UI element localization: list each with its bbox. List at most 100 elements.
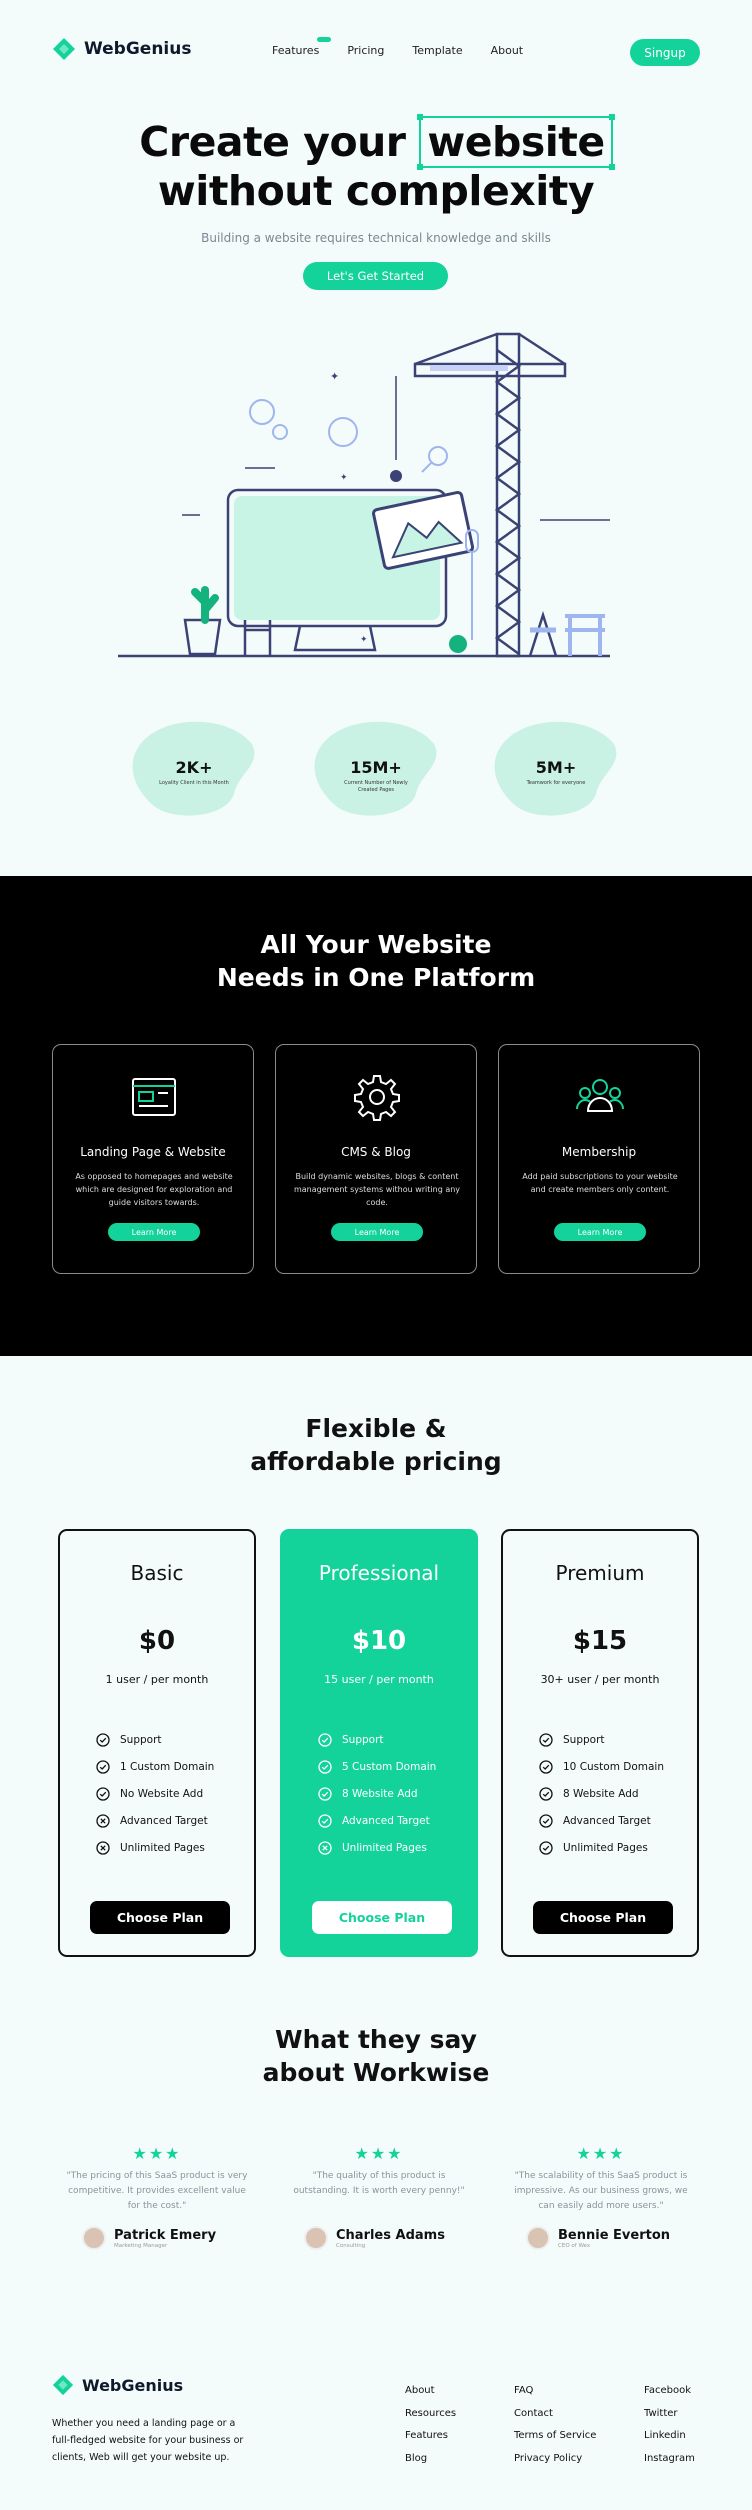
features-title: All Your Website Needs in One Platform — [216, 930, 536, 992]
testimonial-role: Marketing Manager — [114, 2242, 168, 2249]
plan-basic: Basic $0 1 user / per month Support 1 Cus… — [58, 1529, 256, 1957]
plan-feature-text: 5 Custom Domain — [342, 1760, 437, 1773]
logo[interactable]: WebGenius — [52, 37, 191, 61]
check-circle-icon — [318, 1759, 332, 1774]
feature-card-landing: Landing Page & Website As opposed to hom… — [52, 1044, 254, 1274]
feature-title: Landing Page & Website — [80, 1145, 226, 1159]
footer-link[interactable]: Linkedin — [644, 2425, 695, 2448]
feature-title: CMS & Blog — [341, 1145, 411, 1159]
plan-feature-item: Unlimited Pages — [96, 1834, 214, 1861]
footer-link[interactable]: Resources — [405, 2403, 456, 2426]
footer-link[interactable]: Terms of Service — [514, 2425, 596, 2448]
check-circle-icon — [539, 1813, 553, 1828]
plan-feature-text: Support — [342, 1733, 384, 1746]
footer-link[interactable]: About — [405, 2380, 456, 2403]
check-circle-icon — [96, 1786, 110, 1801]
stat-clients: 2K+ Loyality Client in this Month — [130, 720, 258, 820]
rating-stars-icon: ★★★ — [576, 2144, 626, 2163]
testimonial-name: Charles Adams — [336, 2227, 445, 2243]
testimonial-name: Patrick Emery — [114, 2227, 217, 2243]
plan-feature-text: Advanced Target — [563, 1814, 651, 1827]
plan-feature-text: 8 Website Add — [563, 1787, 639, 1800]
layout-icon — [132, 1078, 176, 1116]
feature-desc: Build dynamic websites, blogs & content … — [293, 1172, 461, 1207]
nav-pricing[interactable]: Pricing — [347, 44, 384, 57]
plan-price: $10 — [351, 1626, 407, 1656]
plan-feature-item: 1 Custom Domain — [96, 1753, 214, 1780]
plan-feature-item: Support — [96, 1726, 214, 1753]
plan-feature-item: Support — [318, 1726, 436, 1753]
footer-link[interactable]: Twitter — [644, 2403, 695, 2426]
x-circle-icon — [96, 1840, 110, 1855]
choose-plan-button[interactable]: Choose Plan — [90, 1901, 230, 1934]
footer-link[interactable]: Features — [405, 2425, 456, 2448]
get-started-button[interactable]: Let's Get Started — [303, 262, 448, 290]
feature-desc: Add paid subscriptions to your website a… — [522, 1172, 678, 1194]
stat-clients-value: 2K+ — [175, 758, 213, 777]
svg-text:✦: ✦ — [360, 635, 368, 645]
plan-feature-item: Advanced Target — [539, 1807, 664, 1834]
footer-link[interactable]: Facebook — [644, 2380, 695, 2403]
footer-col-social: Facebook Twitter Linkedin Instagram — [644, 2380, 695, 2470]
plan-unit: 15 user / per month — [324, 1673, 434, 1686]
testimonial-card: ★★★ "The pricing of this SaaS product is… — [62, 2144, 252, 2250]
hero-title-highlight: website — [417, 114, 615, 170]
check-circle-icon — [318, 1813, 332, 1828]
plan-feature-text: No Website Add — [120, 1787, 204, 1800]
choose-plan-button[interactable]: Choose Plan — [312, 1901, 452, 1934]
testimonial-role: Consulting — [336, 2242, 366, 2249]
plan-name: Premium — [555, 1561, 645, 1585]
plan-feature-item: 10 Custom Domain — [539, 1753, 664, 1780]
choose-plan-button[interactable]: Choose Plan — [533, 1901, 673, 1934]
plan-feature-item: No Website Add — [96, 1780, 214, 1807]
hero-title: Create your website without complexity — [0, 114, 752, 216]
svg-text:✦: ✦ — [330, 370, 339, 383]
learn-more-button[interactable]: Learn More — [331, 1223, 423, 1241]
stat-clients-label: Loyality Client in this Month — [159, 780, 229, 786]
plan-price: $0 — [138, 1626, 176, 1656]
plan-feature-item: Unlimited Pages — [539, 1834, 664, 1861]
gear-icon — [354, 1075, 400, 1121]
testimonial-card: ★★★ "The quality of this product is outs… — [284, 2144, 474, 2250]
nav-about[interactable]: About — [491, 44, 524, 57]
plan-name: Basic — [130, 1561, 184, 1585]
plan-feature-item: 8 Website Add — [318, 1780, 436, 1807]
testimonial-quote: "The pricing of this SaaS product is ver… — [66, 2171, 248, 2211]
plan-unit: 30+ user / per month — [540, 1673, 660, 1686]
footer-logo[interactable]: WebGenius — [52, 2374, 183, 2396]
footer-col-support: FAQ Contact Terms of Service Privacy Pol… — [514, 2380, 596, 2470]
testimonial-card: ★★★ "The scalability of this SaaS produc… — [506, 2144, 696, 2250]
brand-name: WebGenius — [84, 39, 192, 59]
check-circle-icon — [96, 1732, 110, 1747]
testimonial-name: Bennie Everton — [558, 2227, 671, 2243]
learn-more-button[interactable]: Learn More — [108, 1223, 200, 1241]
footer-link[interactable]: Instagram — [644, 2448, 695, 2471]
footer-link[interactable]: Privacy Policy — [514, 2448, 596, 2471]
plan-professional: Professional $10 15 user / per month Sup… — [280, 1529, 478, 1957]
plan-features: Support 1 Custom Domain No Website Add Adva… — [96, 1726, 214, 1861]
x-circle-icon — [318, 1840, 332, 1855]
footer-link[interactable]: Contact — [514, 2403, 596, 2426]
plan-feature-item: Unlimited Pages — [318, 1834, 436, 1861]
hero-subtitle: Building a website requires technical kn… — [201, 231, 551, 245]
brand-name: WebGenius — [82, 2375, 184, 2395]
footer-link[interactable]: Blog — [405, 2448, 456, 2471]
feature-card-membership: Membership Add paid subscriptions to you… — [498, 1044, 700, 1274]
nav-features[interactable]: Features — [272, 44, 319, 57]
svg-text:✦: ✦ — [340, 473, 348, 483]
plan-feature-text: 1 Custom Domain — [120, 1760, 215, 1773]
footer-link[interactable]: FAQ — [514, 2380, 596, 2403]
main-nav: Features Pricing Template About — [272, 37, 524, 57]
signup-button[interactable]: Singup — [630, 39, 700, 66]
plan-feature-text: Support — [563, 1733, 605, 1746]
avatar — [82, 2226, 106, 2250]
nav-template[interactable]: Template — [412, 44, 462, 57]
x-circle-icon — [96, 1813, 110, 1828]
rating-stars-icon: ★★★ — [354, 2144, 404, 2163]
plan-price: $15 — [572, 1626, 628, 1656]
testimonial-quote: "The scalability of this SaaS product is… — [514, 2171, 688, 2211]
logo-icon — [53, 38, 75, 60]
learn-more-button[interactable]: Learn More — [554, 1223, 646, 1241]
pricing-title: Flexible & affordable pricing — [250, 1414, 502, 1476]
plan-feature-item: Support — [539, 1726, 664, 1753]
